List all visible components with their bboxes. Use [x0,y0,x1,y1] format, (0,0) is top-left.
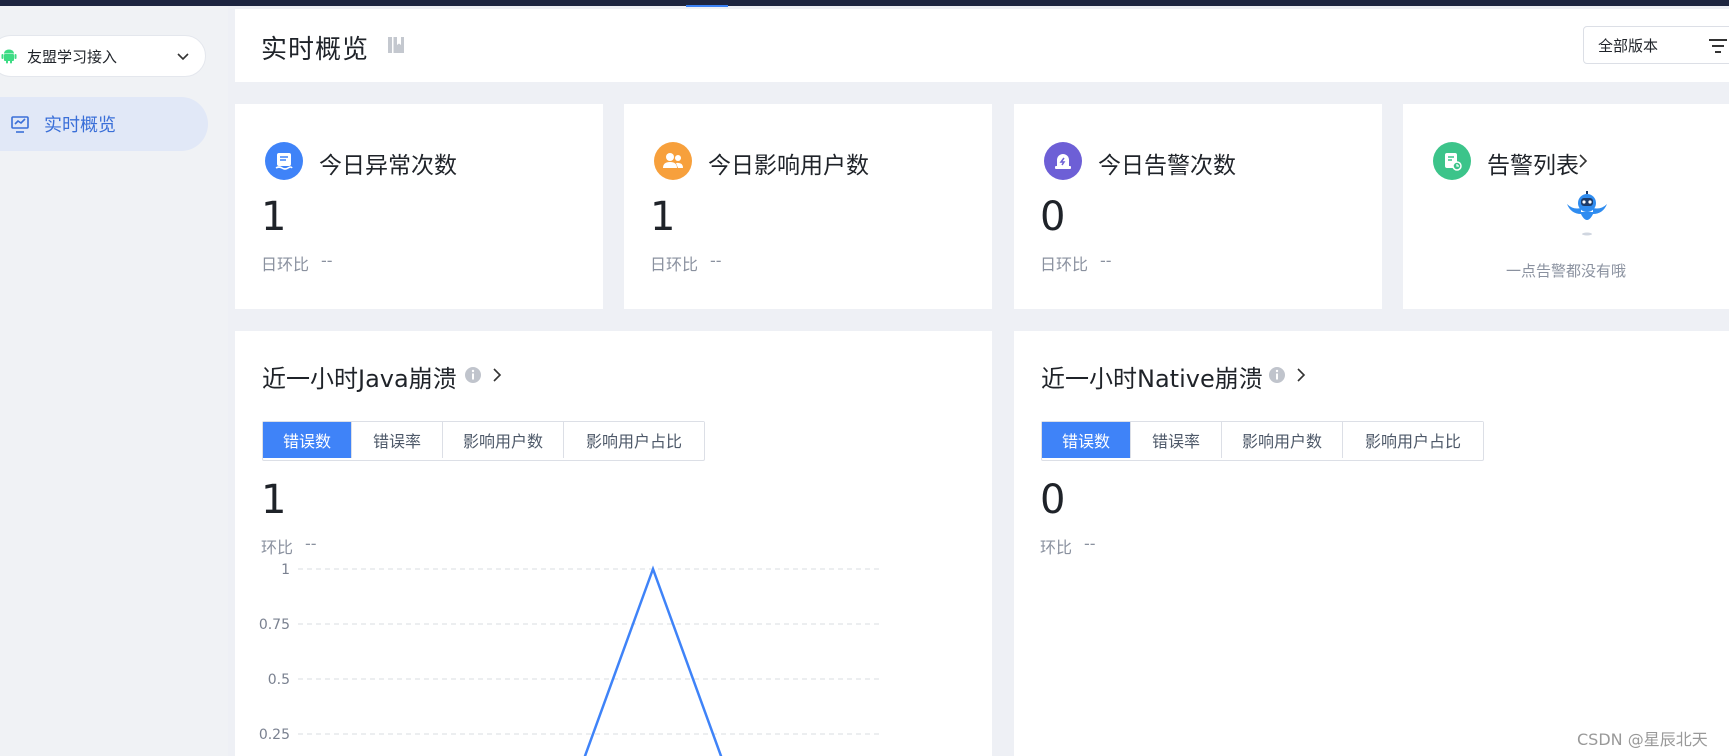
stat-title: 今日告警次数 [1098,153,1236,179]
sidebar-item-label: 实时概览 [44,115,116,136]
top-nav-active-indicator [686,5,728,7]
watermark: CSDN @星辰北天 [1577,730,1708,749]
tab-error-count[interactable]: 错误数 [263,422,352,458]
panel-title: 近一小时Java崩溃 [262,365,457,393]
version-select-value: 全部版本 [1598,36,1659,55]
version-select[interactable]: 全部版本 [1583,26,1729,64]
stat-value: 1 [261,194,287,240]
series-line [583,565,723,756]
tab-error-rate[interactable]: 错误率 [1131,422,1222,458]
panel-ratio-value: -- [1084,534,1096,553]
stat-ratio-label: 日环比 [650,255,699,274]
users-icon [654,142,692,180]
stat-card-exceptions: 今日异常次数 1 日环比 -- [235,104,603,309]
stat-title: 今日影响用户数 [708,153,869,179]
chevron-down-icon [177,53,189,61]
stat-card-affected-users: 今日影响用户数 1 日环比 -- [624,104,992,309]
y-tick-label: 0.25 [259,727,290,743]
y-tick-label: 0.75 [259,617,290,633]
panel-title: 近一小时Native崩溃 [1041,365,1263,393]
filter-icon [1709,39,1727,53]
native-crash-panel: 近一小时Native崩溃 错误数 错误率 影响用户数 影响用户占比 0 环比 -… [1014,331,1729,756]
sidebar-item-realtime-overview[interactable]: 实时概览 [0,97,208,151]
chevron-right-icon[interactable] [491,366,503,384]
metric-tabs: 错误数 错误率 影响用户数 影响用户占比 [1041,421,1484,461]
app-selector[interactable]: 友盟学习接入 [0,35,206,77]
stat-title: 今日异常次数 [319,153,457,179]
stat-value: 0 [1040,194,1066,240]
alert-list-card: 告警列表 一点告警都没有哦 [1403,104,1729,309]
metric-tabs: 错误数 错误率 影响用户数 影响用户占比 [262,421,705,461]
book-icon[interactable] [386,35,406,55]
app-selector-label: 友盟学习接入 [27,47,118,66]
sidebar: 友盟学习接入 实时概览 [0,6,228,756]
tab-affected-user-ratio[interactable]: 影响用户占比 [564,422,704,458]
stat-ratio-value: -- [1100,251,1112,270]
alert-list-title[interactable]: 告警列表 [1487,146,1579,180]
alert-list-icon [1433,142,1471,180]
panel-value: 1 [261,477,287,523]
robot-illustration [1567,191,1607,236]
tab-affected-user-ratio[interactable]: 影响用户占比 [1343,422,1483,458]
tab-affected-users[interactable]: 影响用户数 [443,422,564,458]
panel-ratio-value: -- [305,534,317,553]
android-icon [1,49,17,64]
tab-affected-users[interactable]: 影响用户数 [1222,422,1343,458]
java-crash-panel: 近一小时Java崩溃 错误数 错误率 影响用户数 影响用户占比 1 环比 -- … [235,331,992,756]
report-icon [265,142,303,180]
panel-ratio-label: 环比 [1040,538,1073,557]
stat-ratio-label: 日环比 [261,255,310,274]
stat-ratio-label: 日环比 [1040,255,1089,274]
stat-value: 1 [650,194,676,240]
info-icon[interactable] [1268,366,1286,384]
chevron-right-icon[interactable] [1295,366,1307,384]
tab-error-count[interactable]: 错误数 [1042,422,1131,458]
monitor-icon [11,116,29,133]
alarm-icon [1044,142,1082,180]
panel-value: 0 [1040,477,1066,523]
crash-line-chart: 1 0.75 0.5 0.25 [259,562,880,756]
page-title: 实时概览 [261,35,370,65]
y-tick-label: 1 [281,562,290,578]
info-icon[interactable] [464,366,482,384]
tab-error-rate[interactable]: 错误率 [352,422,443,458]
panel-ratio-label: 环比 [261,538,294,557]
stat-ratio-value: -- [321,251,333,270]
top-nav-bar [0,0,1729,7]
stat-card-alerts: 今日告警次数 0 日环比 -- [1014,104,1382,309]
alert-list-empty-text: 一点告警都没有哦 [1505,262,1626,280]
stat-ratio-value: -- [710,251,722,270]
chevron-right-icon[interactable] [1577,153,1589,169]
page-header: 实时概览 全部版本 [235,9,1729,82]
y-tick-label: 0.5 [268,672,290,688]
